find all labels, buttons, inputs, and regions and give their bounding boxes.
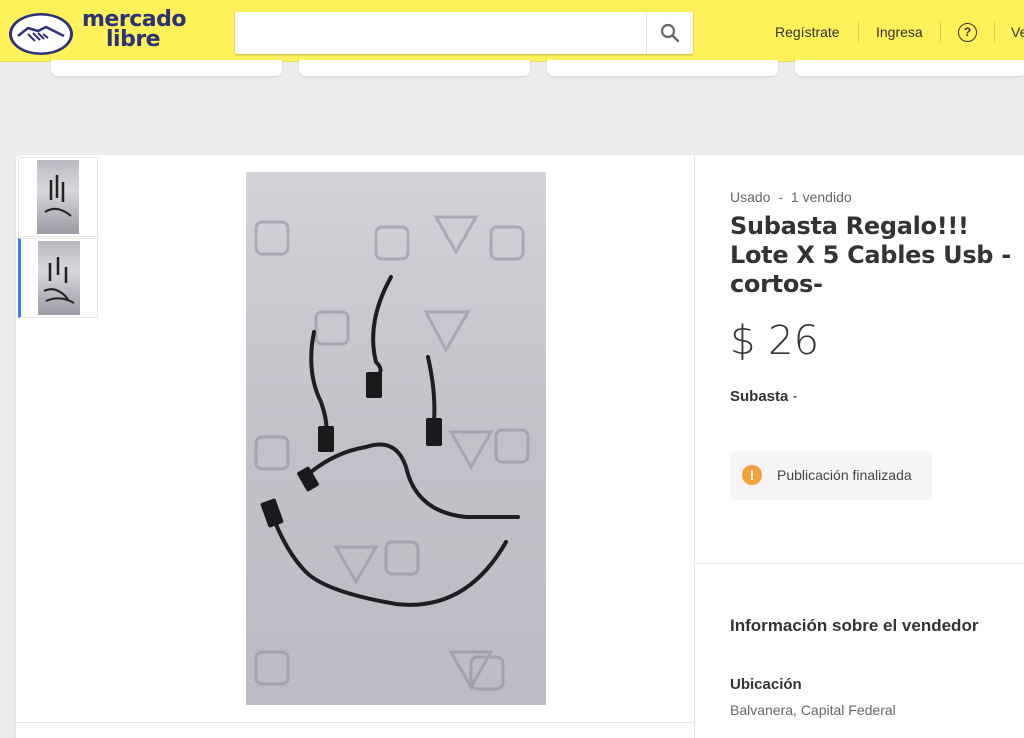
handshake-logo-icon [9, 13, 73, 55]
nav-divider [940, 22, 941, 42]
category-card[interactable] [51, 60, 282, 76]
finished-notice: ! Publicación finalizada [730, 451, 932, 500]
nav-divider [994, 22, 995, 42]
thumbnail-1[interactable] [18, 157, 98, 237]
warning-icon: ! [742, 465, 762, 485]
product-info: Usado - 1 vendido Subasta Regalo!!! Lote… [694, 155, 1024, 738]
product-main-image[interactable] [246, 172, 546, 705]
location-value: Balvanera, Capital Federal [730, 702, 896, 718]
search-bar [235, 12, 693, 54]
seller-info-heading: Información sobre el vendedor [730, 616, 979, 635]
search-input[interactable] [235, 12, 645, 54]
auction-label: Subasta [730, 388, 789, 405]
category-card[interactable] [795, 60, 1024, 76]
product-title: Subasta Regalo!!! Lote X 5 Cables Usb -c… [730, 212, 1011, 298]
auction-line: Subasta - [730, 388, 798, 405]
register-link[interactable]: Regístrate [775, 24, 840, 40]
top-header: mercado libre Regístrate Ingresa ? Ve [0, 0, 1024, 62]
logo-line-2: libre [106, 27, 161, 52]
help-icon[interactable]: ? [958, 23, 977, 42]
logo-wordmark: mercado libre [82, 9, 186, 52]
condition-separator: - [778, 189, 784, 205]
product-panel: Usado - 1 vendido Subasta Regalo!!! Lote… [16, 155, 1024, 738]
search-button[interactable] [646, 12, 693, 54]
sold-count: 1 vendido [790, 189, 852, 205]
location-label: Ubicación [730, 676, 802, 693]
nav-divider [858, 22, 859, 42]
login-link[interactable]: Ingresa [876, 24, 923, 40]
condition-label: Usado [730, 189, 771, 205]
product-thumbnail-image [37, 160, 79, 234]
divider [16, 722, 694, 723]
product-thumbnail-image [38, 241, 80, 315]
search-icon [660, 23, 680, 43]
category-card[interactable] [299, 60, 530, 76]
mercadolibre-logo[interactable]: mercado libre [8, 9, 188, 55]
condition-line: Usado - 1 vendido [730, 189, 852, 205]
divider [695, 563, 1024, 564]
thumbnail-2[interactable] [18, 238, 98, 318]
category-card[interactable] [547, 60, 778, 76]
product-price: $ 26 [730, 318, 820, 364]
sell-link[interactable]: Ve [1011, 24, 1024, 40]
notice-text: Publicación finalizada [777, 467, 912, 483]
auction-suffix: - [792, 388, 798, 405]
